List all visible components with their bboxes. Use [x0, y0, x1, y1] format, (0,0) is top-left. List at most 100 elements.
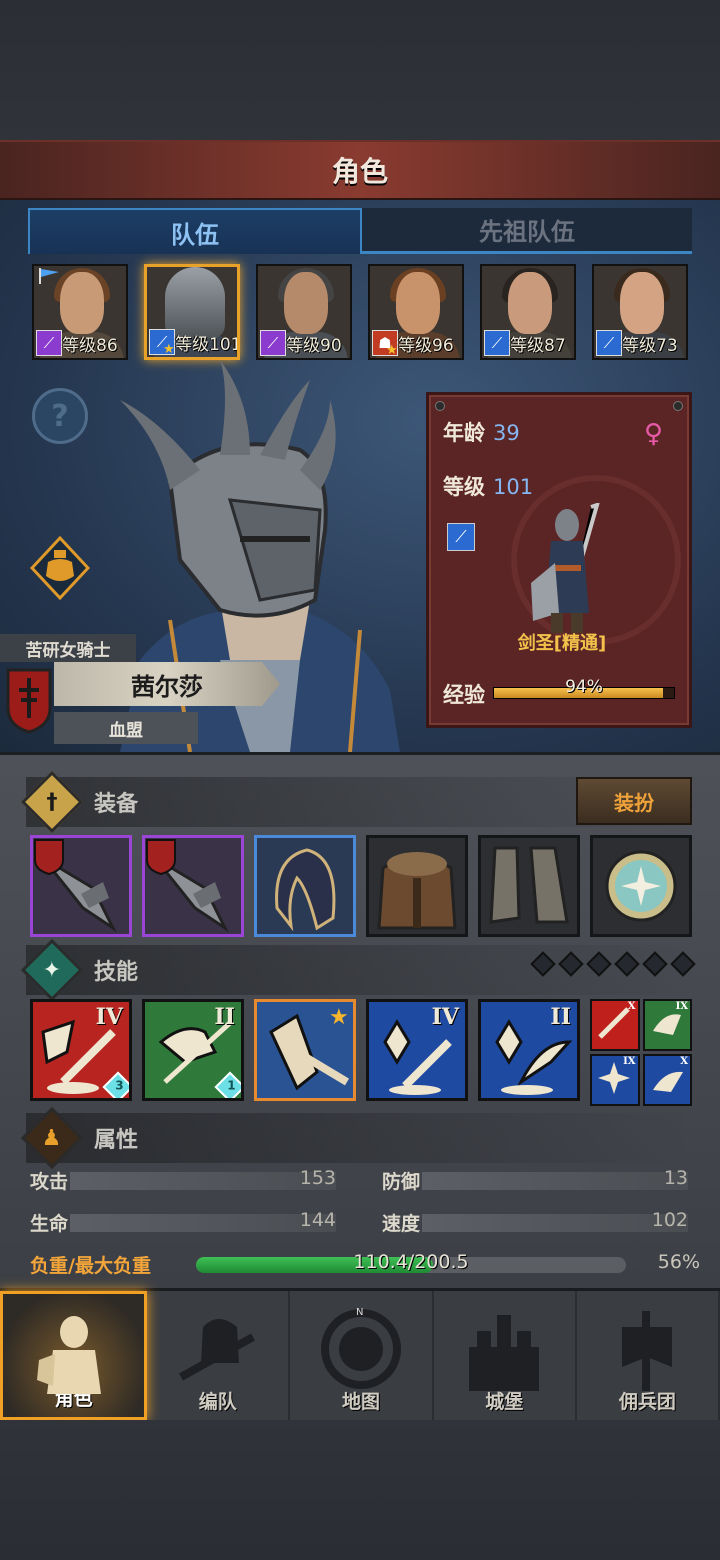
passive-skill[interactable]: X	[590, 999, 640, 1051]
party-member[interactable]: ☗ ★ 等级96	[368, 264, 464, 360]
help-button[interactable]: ?	[32, 388, 88, 444]
bottom-nav: 角色 编队 N 地图 城堡 佣兵团	[0, 1288, 720, 1420]
level-row: 等级 101	[443, 471, 533, 501]
stat-value: 153	[299, 1167, 336, 1189]
svg-text:★: ★	[329, 1005, 349, 1030]
portrait-face	[396, 272, 440, 334]
attributes-title: 属性	[94, 1128, 139, 1153]
member-level: 等级73	[622, 336, 678, 356]
stat-label: 速度	[382, 1213, 421, 1235]
details-panel: † 装备 装扮 ✦ 技能 IV 3 II 1 ★ IV II X IX IX X…	[0, 752, 720, 1288]
star-icon: ★	[386, 343, 398, 358]
party-member[interactable]: ⟋ 等级86	[32, 264, 128, 360]
member-level: 等级101	[175, 335, 240, 355]
equipment-section-icon: †	[20, 770, 84, 834]
equip-slot-greatsword[interactable]	[30, 835, 132, 937]
skill-slot-diamond	[558, 951, 584, 977]
skill-slot[interactable]: II	[478, 999, 580, 1101]
equip-slot-hood[interactable]	[254, 835, 356, 937]
passive-rank: IX	[675, 1001, 688, 1012]
load-value: 110.4/200.5	[353, 1251, 469, 1273]
level-value: 101	[493, 475, 534, 499]
skill-rank: II	[550, 1004, 571, 1030]
bolt	[673, 401, 683, 411]
stat-label: 攻击	[30, 1171, 69, 1193]
load-label: 负重/最大负重	[30, 1255, 151, 1277]
staff-icon: ⟋	[260, 330, 286, 356]
nav-mercenary[interactable]: 佣兵团	[577, 1291, 720, 1420]
nav-castle[interactable]: 城堡	[434, 1291, 577, 1420]
skill-slot-diamond	[670, 951, 696, 977]
stat-track	[70, 1214, 336, 1232]
equip-slot-coat[interactable]	[366, 835, 468, 937]
equip-slot-boots[interactable]	[478, 835, 580, 937]
portrait-face	[508, 272, 552, 334]
compass-map-icon: N	[321, 1307, 401, 1389]
party-member[interactable]: ⟋ 等级90	[256, 264, 352, 360]
passive-rank: IX	[623, 1056, 636, 1067]
passive-skill-grid: X IX IX X	[590, 999, 692, 1106]
passive-rank: X	[627, 1001, 636, 1012]
party-member[interactable]: ⟋ 等级87	[480, 264, 576, 360]
nav-label: 城堡	[485, 1391, 524, 1413]
passive-skill[interactable]: X	[642, 1054, 692, 1106]
hood-icon	[275, 848, 336, 932]
skill-slot-diamond	[530, 951, 556, 977]
passive-skill[interactable]: IX	[642, 999, 692, 1051]
gem-count: 1	[227, 1078, 236, 1093]
load-row: 负重/最大负重 110.4/200.5 56%	[30, 1249, 700, 1281]
portrait-face	[284, 272, 328, 334]
skill-rank: IV	[431, 1004, 459, 1030]
equip-slot-amulet[interactable]	[590, 835, 692, 937]
potion-button[interactable]	[28, 536, 92, 600]
skill-slot[interactable]: ★	[254, 999, 356, 1101]
tab-ancestor-party[interactable]: 先祖队伍	[362, 208, 692, 254]
nav-character[interactable]: 角色	[0, 1291, 148, 1420]
skill-rank: IV	[95, 1004, 123, 1030]
tab-party[interactable]: 队伍	[28, 208, 362, 254]
class-figure	[531, 503, 600, 633]
stat-value: 144	[299, 1209, 336, 1231]
equip-slot-greatsword[interactable]	[142, 835, 244, 937]
blade-dance-icon: ★	[257, 1002, 353, 1098]
dress-up-button[interactable]: 装扮	[576, 777, 692, 825]
skill-slot[interactable]: II 1	[142, 999, 244, 1101]
helmet-sword-icon	[178, 1319, 255, 1381]
bolt	[435, 401, 445, 411]
attributes-section-icon: ♟	[20, 1106, 84, 1170]
skill-slot[interactable]: IV	[366, 999, 468, 1101]
stat-value: 13	[663, 1167, 688, 1189]
party-member-selected[interactable]: ⟋ ★ 等级101	[144, 264, 240, 360]
castle-icon	[469, 1315, 540, 1391]
tab-bar: 队伍 先祖队伍	[28, 208, 692, 254]
nav-label: 编队	[198, 1391, 237, 1413]
member-level: 等级90	[286, 336, 342, 356]
age-row: 年龄 39	[443, 417, 520, 447]
skill-slot[interactable]: IV 3	[30, 999, 132, 1101]
gem-count: 3	[115, 1078, 124, 1093]
skill-slots: IV 3 II 1 ★ IV II X IX IX X	[30, 999, 694, 1106]
banner-icon	[622, 1311, 673, 1391]
greatsword-icon	[34, 839, 117, 933]
passive-rank: X	[680, 1056, 688, 1067]
stat-defense: 防御 13	[382, 1165, 688, 1197]
page-title: 角色	[331, 155, 388, 188]
knight-icon	[36, 1316, 101, 1394]
stat-track	[422, 1172, 688, 1190]
level-label: 等级	[443, 475, 485, 499]
skill-slot-diamond	[642, 951, 668, 977]
member-level: 等级96	[398, 336, 454, 356]
passive-skill[interactable]: IX	[590, 1054, 640, 1106]
top-backdrop	[0, 0, 720, 140]
attributes-header: ♟ 属性	[20, 1106, 694, 1170]
party-member[interactable]: ⟋ 等级73	[592, 264, 688, 360]
skill-slot-indicators	[530, 951, 696, 977]
title-bar: 角色	[0, 140, 720, 200]
nav-formation[interactable]: 编队	[147, 1291, 291, 1420]
skills-section-icon: ✦	[20, 938, 84, 1002]
nav-map[interactable]: N 地图	[290, 1291, 434, 1420]
stat-label: 生命	[30, 1213, 69, 1235]
age-label: 年龄	[443, 421, 485, 445]
member-level: 等级87	[510, 336, 566, 356]
load-percent: 56%	[657, 1251, 700, 1273]
